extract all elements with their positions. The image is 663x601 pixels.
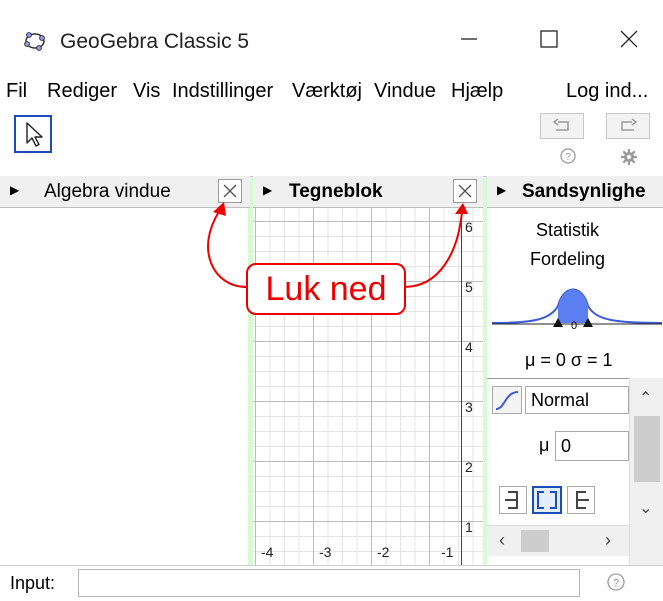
callout-label: Luk ned [246,263,406,315]
